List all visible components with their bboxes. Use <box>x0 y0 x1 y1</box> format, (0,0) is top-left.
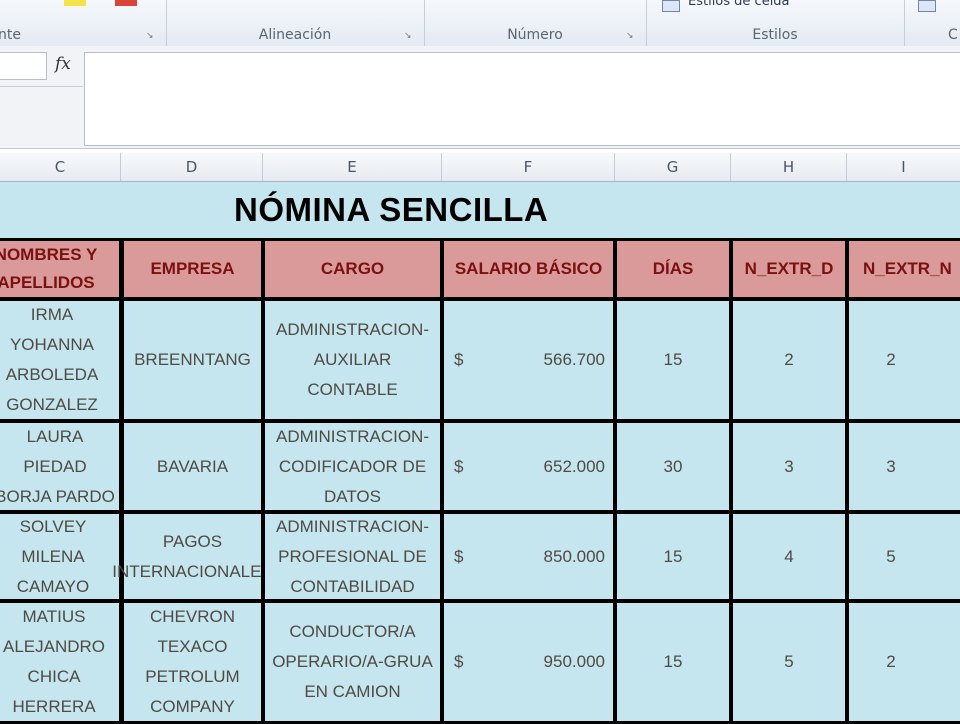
cell-salario[interactable]: $ 850.000 <box>441 511 616 602</box>
cell-salario[interactable]: $ 950.000 <box>441 600 616 724</box>
ribbon-group-numero: Número ↘ <box>424 0 647 46</box>
column-header-i[interactable]: I <box>847 153 960 181</box>
header-extr-d[interactable]: N_EXTR_D <box>730 238 848 300</box>
cell-empresa[interactable]: PAGOS INTERNACIONALES <box>112 511 273 602</box>
column-header-e[interactable]: E <box>263 153 442 181</box>
currency-symbol: $ <box>454 350 464 369</box>
ribbon-group-alineacion: Alineación ↘ <box>166 0 425 46</box>
salary-value: 652.000 <box>543 456 605 476</box>
dialog-launcher-icon[interactable]: ↘ <box>146 31 156 41</box>
cell-empresa[interactable]: CHEVRON TEXACO PETROLUM COMPANY <box>121 600 264 724</box>
cell-extr-n[interactable]: 3 <box>846 420 960 513</box>
cell-empresa[interactable]: BAVARIA <box>121 420 264 513</box>
column-header-d[interactable]: D <box>121 153 263 181</box>
currency-symbol: $ <box>454 456 464 476</box>
column-header-row: C D E F G H I <box>0 153 960 182</box>
cell-salario[interactable]: $ 566.700 <box>441 298 616 422</box>
cell-extr-d[interactable]: 5 <box>730 600 848 724</box>
cell-empresa[interactable]: BREENNTANG <box>121 298 264 422</box>
dialog-launcher-icon[interactable]: ↘ <box>404 31 414 41</box>
ribbon-group-label: nte <box>0 27 21 43</box>
cell-extr-d[interactable]: 4 <box>730 511 848 602</box>
header-dias[interactable]: DÍAS <box>614 238 732 300</box>
ribbon-group-label: C <box>948 27 958 43</box>
cell-extr-n[interactable]: 2 <box>846 600 960 724</box>
cell-nombre[interactable]: IRMA YOHANNA ARBOLEDA GONZALEZ <box>0 298 122 422</box>
cell-cargo[interactable]: CONDUCTOR/A OPERARIO/A-GRUA EN CAMION <box>262 600 443 724</box>
currency-symbol: $ <box>454 546 464 566</box>
salary-value: 850.000 <box>543 546 605 566</box>
worksheet: NÓMINA SENCILLA NOMBRES Y APELLIDOS EMPR… <box>0 182 960 724</box>
header-salario[interactable]: SALARIO BÁSICO <box>441 238 616 300</box>
insert-function-icon[interactable]: fx <box>55 54 71 74</box>
cell-extr-d[interactable]: 3 <box>730 420 848 513</box>
cell-cargo[interactable]: ADMINISTRACION-CODIFICADOR DE DATOS <box>262 420 443 513</box>
cell-salario[interactable]: $ 652.000 <box>441 420 616 513</box>
cell-nombre[interactable]: SOLVEY MILENA CAMAYO <box>0 511 122 602</box>
cell-dias[interactable]: 30 <box>614 420 732 513</box>
name-box-divider <box>0 86 83 87</box>
dialog-launcher-icon[interactable]: ↘ <box>626 31 636 41</box>
cell-dias[interactable]: 15 <box>614 600 732 724</box>
ribbon-group-label: Estilos <box>752 27 798 43</box>
ribbon: nte ↘ Alineación ↘ Número ↘ Estilos de c… <box>0 0 960 47</box>
column-header-g[interactable]: G <box>615 153 731 181</box>
cell-dias[interactable]: 15 <box>614 298 732 422</box>
column-header-h[interactable]: H <box>731 153 847 181</box>
header-nombres[interactable]: NOMBRES Y APELLIDOS <box>0 238 122 300</box>
ribbon-group-label: Alineación <box>258 27 332 43</box>
cell-nombre[interactable]: MATIUS ALEJANDRO CHICA HERRERA <box>0 600 122 724</box>
cell-dias[interactable]: 15 <box>614 511 732 602</box>
header-extr-n[interactable]: N_EXTR_N <box>846 238 960 300</box>
name-box[interactable] <box>0 52 47 80</box>
cell-extr-n[interactable]: 5 <box>846 511 960 602</box>
ribbon-group-label: Número <box>507 27 563 43</box>
header-cargo[interactable]: CARGO <box>262 238 443 300</box>
salary-value: 566.700 <box>543 350 605 369</box>
sheet-title: NÓMINA SENCILLA <box>234 191 549 228</box>
currency-symbol: $ <box>454 652 464 671</box>
cell-cargo[interactable]: ADMINISTRACION-PROFESIONAL DE CONTABILID… <box>262 511 443 602</box>
cell-extr-n[interactable]: 2 <box>846 298 960 422</box>
cell-cargo[interactable]: ADMINISTRACION-AUXILIAR CONTABLE <box>262 298 443 422</box>
sheet-title-cell[interactable]: NÓMINA SENCILLA <box>0 182 960 238</box>
ribbon-group-estilos: Estilos de celda Estilos <box>646 0 905 46</box>
formula-input[interactable] <box>84 52 960 146</box>
insert-cells-icon[interactable] <box>918 0 936 12</box>
cell-styles-button[interactable]: Estilos de celda <box>688 0 790 9</box>
cell-styles-icon <box>662 0 680 12</box>
cell-extr-d[interactable]: 2 <box>730 298 848 422</box>
ribbon-group-celdas: C <box>904 0 960 46</box>
cell-nombre[interactable]: LAURA PIEDAD BORJA PARDO <box>0 420 122 513</box>
formula-bar: fx <box>0 46 960 149</box>
column-header-c[interactable]: C <box>0 153 121 181</box>
salary-value: 950.000 <box>543 652 605 671</box>
column-header-f[interactable]: F <box>442 153 615 181</box>
ribbon-group-fuente: nte ↘ <box>0 0 167 46</box>
header-empresa[interactable]: EMPRESA <box>121 238 264 300</box>
